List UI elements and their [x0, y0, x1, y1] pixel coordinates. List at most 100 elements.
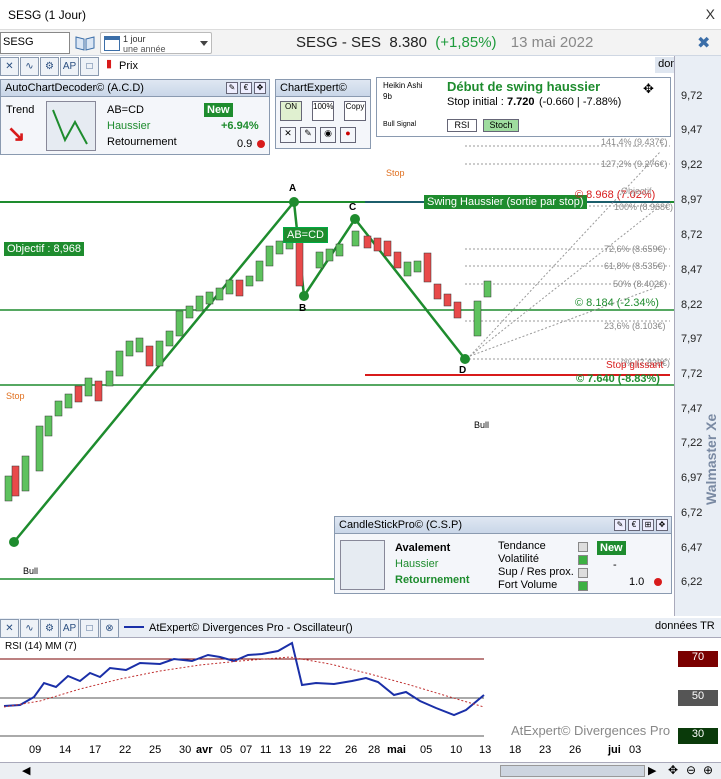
tools-icon[interactable]: ✕ [0, 57, 19, 76]
on-button[interactable]: ON [280, 101, 302, 121]
time-axis: 09 14 17 22 25 30 avr 05 07 11 13 19 22 … [0, 741, 680, 761]
wave-icon[interactable]: ∿ [20, 57, 39, 76]
heikin-sub: 9b [383, 92, 392, 101]
candle [351, 230, 360, 247]
chartexpert-panel[interactable]: ChartExpert© ON 100% Copy ✕ ✎ ◉ ● [275, 79, 371, 149]
csp-k2: Volatilité [498, 553, 539, 565]
scroll-right-icon[interactable]: ▶ [648, 764, 656, 777]
candle [205, 291, 214, 305]
bull-label-2: Bull [23, 566, 39, 576]
ap-icon[interactable]: AP [60, 619, 79, 638]
ap-icon[interactable]: AP [60, 57, 79, 76]
move-icon[interactable]: ✥ [668, 763, 678, 777]
close-icon[interactable]: X [706, 6, 715, 22]
period-selector[interactable]: 1 jour une année [100, 32, 212, 54]
candle [413, 260, 422, 273]
candle [54, 400, 63, 417]
chart-toolbar: ✕ ∿ ⚙ AP □ ▮ Prix [0, 57, 138, 77]
square-icon[interactable]: □ [80, 619, 99, 638]
settings-icon[interactable]: ⚙ [40, 619, 59, 638]
settings-icon[interactable]: ⚙ [40, 57, 59, 76]
acd-type: Retournement [107, 136, 177, 148]
close-icon[interactable]: ⊗ [100, 619, 119, 638]
move-icon[interactable]: ✥ [656, 519, 668, 531]
candle [115, 350, 124, 377]
stoch-button[interactable]: Stoch [483, 119, 519, 132]
y-tick: 6,72 [681, 507, 703, 519]
wave-icon[interactable]: ∿ [20, 619, 39, 638]
candle [473, 300, 482, 337]
fib-726: 72,6% (8.659€) [604, 244, 666, 254]
book-icon[interactable] [74, 34, 96, 52]
csp-name: Avalement [395, 542, 451, 554]
candle [265, 245, 274, 267]
candle [44, 415, 53, 437]
symbol-input[interactable]: SESG [0, 32, 70, 54]
osc-data-label[interactable]: données TR [655, 620, 715, 632]
zoom-out-icon[interactable]: ⊖ [686, 763, 696, 777]
csp-panel[interactable]: CandleStickPro© (C.S.P) ✎ € ⊞ ✥ Avalement H… [334, 516, 672, 594]
rsi-button[interactable]: RSI [447, 119, 477, 132]
zoom-in-icon[interactable]: ⊕ [703, 763, 713, 777]
acd-new-badge: New [204, 103, 233, 117]
csp-mini [340, 540, 385, 590]
calendar-icon [104, 36, 120, 51]
candle [35, 425, 44, 472]
chevron-down-icon [200, 41, 208, 46]
x-tick: jui [608, 744, 621, 756]
x-tick: 07 [240, 744, 253, 756]
heikin-panel[interactable]: Heikin Ashi 9b Bull Signal Début de swin… [376, 77, 671, 137]
grid-icon[interactable]: ⊞ [642, 519, 654, 531]
acd-pattern: AB=CD [107, 104, 144, 116]
candle [105, 370, 114, 387]
copy-button[interactable]: Copy [344, 101, 366, 121]
legend-line-icon [124, 619, 144, 628]
scroll-left-icon[interactable]: ◀ [22, 764, 30, 777]
tools-icon[interactable]: ✕ [280, 127, 296, 143]
csp-type: Retournement [395, 574, 470, 586]
move-icon[interactable]: ✥ [643, 81, 654, 97]
euro-icon[interactable]: € [240, 82, 252, 94]
scroll-thumb[interactable] [500, 765, 645, 777]
level-30: 30 [678, 728, 718, 744]
objectif-small: Objectif [621, 186, 652, 196]
abcd-label: AB=CD [283, 227, 328, 243]
oscillator-header: ✕ ∿ ⚙ AP □ ⊗ AtExpert© Divergences Pro -… [0, 618, 721, 638]
stop-label-2: Stop [6, 391, 25, 401]
y-tick: 7,47 [681, 403, 703, 415]
candle [11, 465, 20, 497]
pen-icon[interactable]: ✎ [300, 127, 316, 143]
euro-icon[interactable]: € [628, 519, 640, 531]
candle [443, 293, 452, 307]
acd-pct: +6.94% [221, 120, 259, 132]
acd-score: 0.9 [237, 138, 253, 150]
tools-icon[interactable]: ✖ [697, 33, 717, 53]
candle [84, 377, 93, 397]
heikin-stop-change: (-0.660 | -7.88%) [539, 96, 622, 108]
candle [325, 248, 334, 262]
palette-icon[interactable]: ◉ [320, 127, 336, 143]
wrench-icon[interactable]: ✎ [614, 519, 626, 531]
pct-button[interactable]: 100% [312, 101, 334, 121]
move-icon[interactable]: ✥ [254, 82, 266, 94]
headline-price: 8.380 [389, 34, 427, 51]
stop-label-1: Stop [386, 168, 405, 178]
acd-panel[interactable]: AutoChartDecoder© (A.C.D) ✎ € ✥ Trend ↘ AB… [0, 79, 270, 155]
checkbox [578, 581, 588, 591]
fib-50: 50% (8.402€) [613, 279, 668, 289]
x-tick: 22 [319, 744, 332, 756]
oscillator-panel[interactable]: RSI (14) MM (7) AtExpert© Divergences Pr… [0, 618, 721, 758]
fib-618: 61,8% (8.535€) [604, 261, 666, 271]
chartexpert-title: ChartExpert© [280, 82, 347, 94]
candle [64, 393, 73, 409]
square-icon[interactable]: □ [80, 57, 99, 76]
tools-icon[interactable]: ✕ [0, 619, 19, 638]
watermark: Walmaster Xe [703, 413, 719, 505]
wrench-icon[interactable]: ✎ [226, 82, 238, 94]
candle [335, 243, 344, 257]
color-icon[interactable]: ● [340, 127, 356, 143]
window-title: SESG (1 Jour) [8, 8, 87, 22]
checkbox [578, 568, 588, 578]
x-tick: mai [387, 744, 406, 756]
horizontal-scrollbar[interactable]: ◀ ▶ ✥ ⊖ ⊕ [0, 762, 721, 779]
